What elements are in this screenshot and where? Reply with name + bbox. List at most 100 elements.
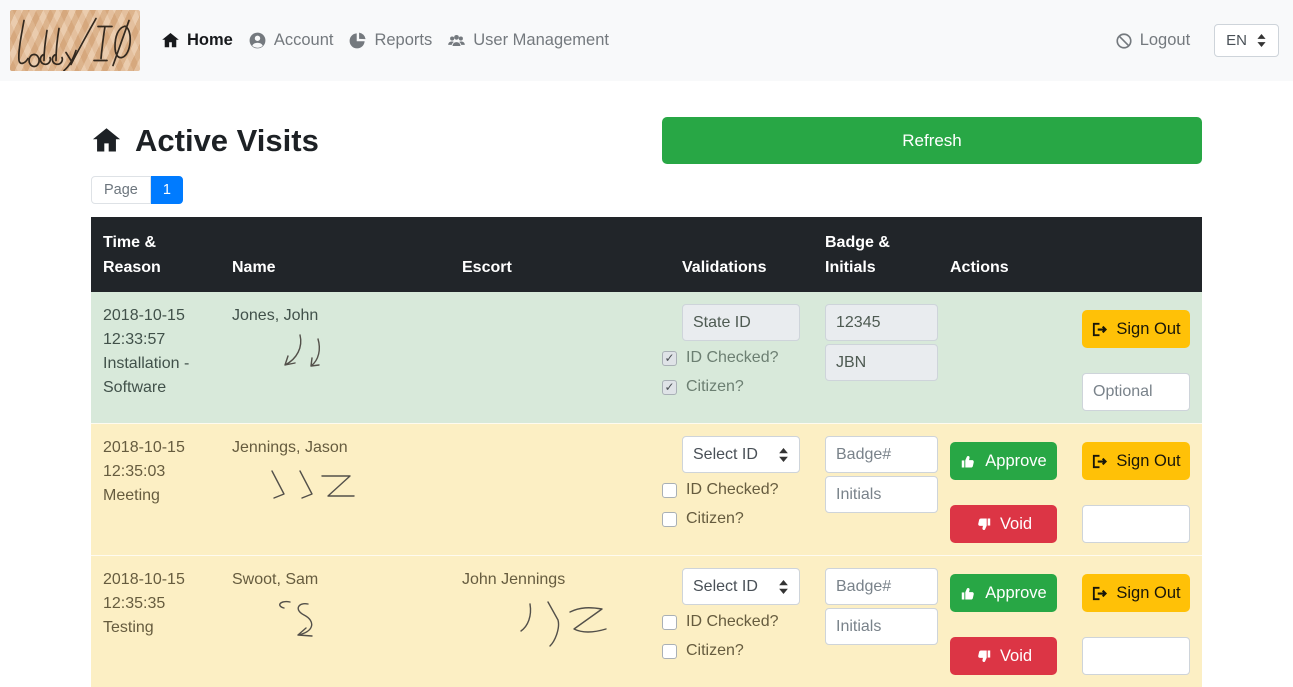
id-type-input: State ID [682, 304, 800, 341]
col-header-validations: Validations [650, 217, 813, 292]
page-title: Active Visits [91, 123, 319, 159]
time-reason-cell: 2018-10-15 12:35:03 Meeting [91, 424, 220, 555]
badge-number-input[interactable] [825, 568, 938, 605]
ban-icon [1115, 32, 1133, 50]
void-button[interactable]: Void [950, 637, 1057, 675]
sign-out-note-input[interactable] [1082, 505, 1190, 543]
thumbs-down-icon [975, 516, 992, 533]
badge-initials-cell [813, 292, 938, 423]
visit-reason: Testing [103, 616, 208, 640]
actions-cell: Sign Out [938, 292, 1202, 423]
citizen-checkbox[interactable] [662, 512, 677, 527]
citizen-label: Citizen? [686, 375, 744, 399]
active-visits-table: Time & Reason Name Escort Validations Ba… [91, 217, 1202, 687]
sign-out-button[interactable]: Sign Out [1082, 574, 1190, 612]
id-checked-checkbox[interactable] [662, 615, 677, 630]
nav-item-user-management[interactable]: User Management [447, 31, 609, 50]
citizen-label: Citizen? [686, 639, 744, 663]
escort-cell [450, 292, 650, 423]
select-arrows-icon [1256, 34, 1267, 47]
id-checked-row: ID Checked? [662, 478, 801, 502]
escort-cell: John Jennings [450, 556, 650, 687]
visitor-name: Jennings, Jason [232, 439, 348, 456]
main-content: Active Visits Refresh Page 1 Time & Reas… [91, 117, 1202, 687]
visit-time: 12:33:57 [103, 328, 208, 352]
visit-date: 2018-10-15 [103, 568, 208, 592]
approve-label: Approve [985, 452, 1046, 471]
top-navbar: Home Account Reports User Management Log… [0, 0, 1293, 81]
table-row: 2018-10-15 12:33:57 Installation - Softw… [91, 292, 1202, 423]
nav-item-account[interactable]: Account [248, 31, 334, 50]
optional-input[interactable] [1082, 373, 1190, 411]
id-checked-checkbox[interactable] [662, 483, 677, 498]
actions-cell: Approve Sign Out Void [938, 556, 1202, 687]
badge-initials-cell [813, 424, 938, 555]
actions-spacer [950, 310, 1057, 348]
actions-cell: Approve Sign Out Void [938, 424, 1202, 555]
visitor-signature [264, 596, 364, 654]
escort-signature [512, 596, 622, 654]
sign-out-button[interactable]: Sign Out [1082, 442, 1190, 480]
col-header-time-reason: Time & Reason [91, 217, 220, 292]
id-checked-label: ID Checked? [686, 478, 779, 502]
nav-item-home[interactable]: Home [161, 31, 233, 50]
nav-item-label: Reports [374, 31, 432, 50]
language-select[interactable]: EN [1214, 24, 1279, 57]
visit-time: 12:35:03 [103, 460, 208, 484]
time-reason-cell: 2018-10-15 12:35:35 Testing [91, 556, 220, 687]
id-checked-checkbox[interactable]: ✓ [662, 351, 677, 366]
sign-out-button[interactable]: Sign Out [1082, 310, 1190, 348]
visit-reason: Meeting [103, 484, 208, 508]
col-header-name: Name [220, 217, 450, 292]
name-cell: Jones, John [220, 292, 450, 423]
void-label: Void [1000, 515, 1032, 534]
visit-date: 2018-10-15 [103, 304, 208, 328]
id-checked-label: ID Checked? [686, 346, 779, 370]
select-arrows-icon [778, 580, 789, 594]
initials-input[interactable] [825, 476, 938, 513]
citizen-row: ✓ Citizen? [662, 375, 801, 399]
escort-cell [450, 424, 650, 555]
logout-button[interactable]: Logout [1115, 31, 1190, 50]
table-row: 2018-10-15 12:35:03 Meeting Jennings, Ja… [91, 423, 1202, 555]
brand-logo-scribble [10, 10, 140, 71]
void-button[interactable]: Void [950, 505, 1057, 543]
approve-button[interactable]: Approve [950, 442, 1057, 480]
badge-number-input [825, 304, 938, 341]
brand-logo[interactable] [10, 10, 140, 71]
time-reason-cell: 2018-10-15 12:33:57 Installation - Softw… [91, 292, 220, 423]
nav-item-reports[interactable]: Reports [348, 31, 432, 50]
id-type-select[interactable]: Select ID [682, 568, 800, 605]
thumbs-up-icon [960, 453, 977, 470]
citizen-checkbox[interactable] [662, 644, 677, 659]
refresh-button[interactable]: Refresh [662, 117, 1202, 164]
id-type-select[interactable]: Select ID [682, 436, 800, 473]
home-icon [161, 31, 180, 50]
sign-out-label: Sign Out [1116, 584, 1180, 603]
badge-initials-cell [813, 556, 938, 687]
users-icon [447, 31, 466, 50]
visitor-signature [264, 464, 374, 514]
table-header: Time & Reason Name Escort Validations Ba… [91, 217, 1202, 292]
select-arrows-icon [778, 448, 789, 462]
id-type-value: State ID [693, 311, 751, 335]
main-nav: Home Account Reports User Management [161, 31, 609, 50]
visit-reason: Installation - Software [103, 352, 208, 400]
sign-out-note-input[interactable] [1082, 637, 1190, 675]
id-type-value: Select ID [693, 443, 758, 467]
id-checked-row: ID Checked? [662, 610, 801, 634]
thumbs-down-icon [975, 648, 992, 665]
initials-input[interactable] [825, 608, 938, 645]
id-type-value: Select ID [693, 575, 758, 599]
citizen-row: Citizen? [662, 507, 801, 531]
citizen-checkbox[interactable]: ✓ [662, 380, 677, 395]
badge-number-input[interactable] [825, 436, 938, 473]
validations-cell: State ID ✓ ID Checked? ✓ Citizen? [650, 292, 813, 423]
void-label: Void [1000, 647, 1032, 666]
approve-button[interactable]: Approve [950, 574, 1057, 612]
nav-item-label: User Management [473, 31, 609, 50]
language-value: EN [1226, 32, 1247, 49]
citizen-label: Citizen? [686, 507, 744, 531]
page-number-button[interactable]: 1 [151, 176, 183, 204]
citizen-row: Citizen? [662, 639, 801, 663]
